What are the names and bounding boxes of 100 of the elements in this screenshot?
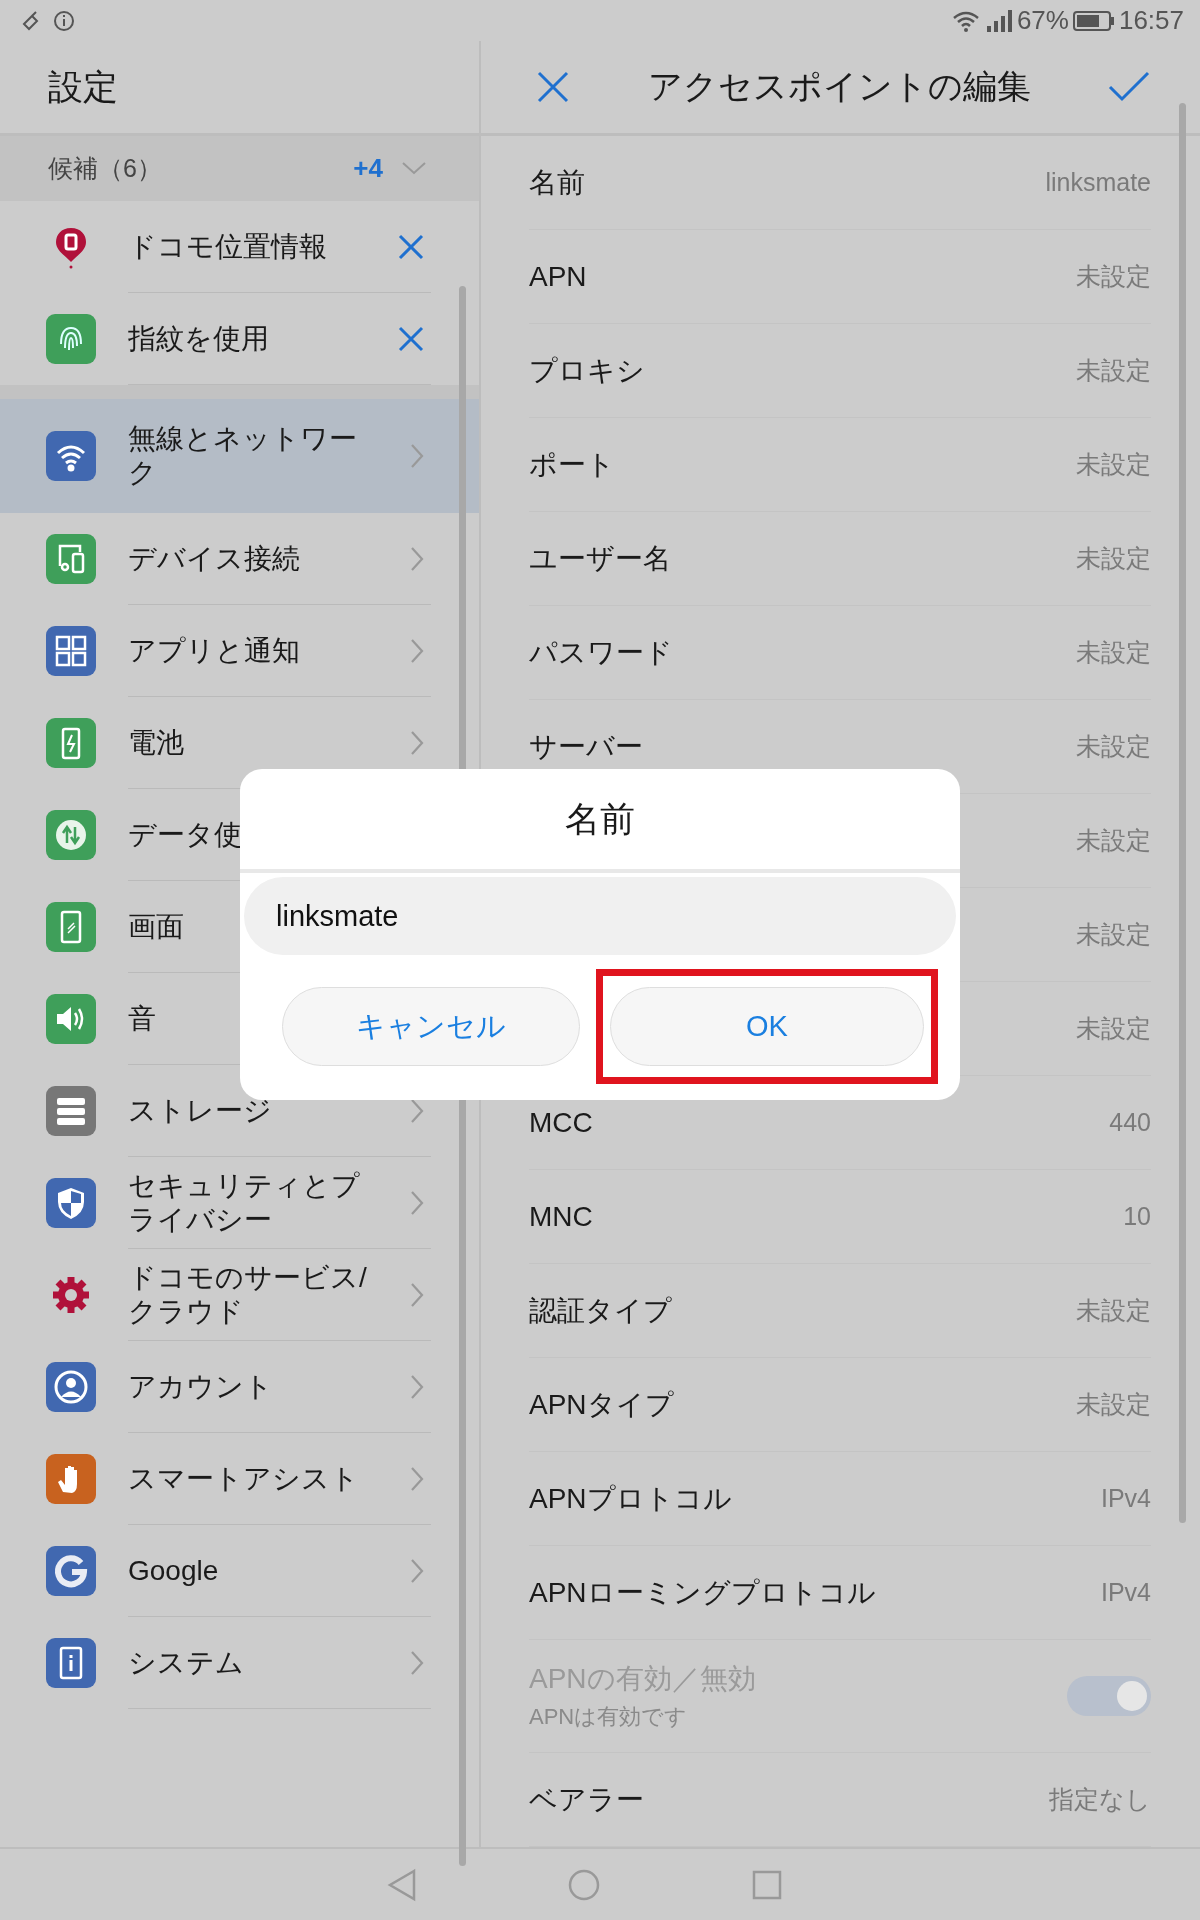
g-letter-icon	[46, 1546, 96, 1597]
suggestions-label: 候補（6）	[48, 153, 163, 185]
apn-setting-row[interactable]: ユーザー名 未設定	[529, 512, 1151, 607]
settings-item[interactable]: ドコモのサービス/クラウド	[0, 1249, 479, 1342]
storage-icon	[46, 1086, 96, 1137]
apn-setting-row[interactable]: 名前 linksmate	[529, 136, 1151, 231]
close-icon[interactable]	[536, 70, 570, 105]
setting-label: 名前	[529, 165, 585, 200]
settings-item-label: 無線とネットワーク	[128, 422, 358, 491]
setting-label: APN	[529, 260, 587, 293]
settings-item[interactable]: アプリと通知	[0, 605, 479, 698]
setting-label: サーバー	[529, 729, 643, 764]
apn-setting-row[interactable]: ベアラー 指定なし	[529, 1753, 1151, 1848]
person-icon	[46, 1362, 96, 1413]
editor-title: アクセスポイントの編集	[646, 66, 1032, 108]
apn-setting-row[interactable]: APNローミングプロトコル IPv4	[529, 1546, 1151, 1641]
close-icon[interactable]	[397, 324, 425, 353]
home-icon[interactable]	[567, 1867, 601, 1902]
apn-setting-row[interactable]: ポート 未設定	[529, 418, 1151, 513]
setting-value: 10	[1123, 1202, 1151, 1232]
setting-description: APNは有効です	[529, 1703, 689, 1732]
setting-value: 未設定	[1076, 261, 1151, 293]
settings-item-label: システム	[128, 1645, 244, 1680]
more-count: +4	[353, 153, 383, 185]
settings-item-label: 画面	[128, 909, 184, 944]
settings-item-label: Google	[128, 1553, 219, 1588]
setting-label: パスワード	[529, 635, 673, 670]
setting-label: ポート	[529, 447, 615, 482]
apn-setting-row[interactable]: APN 未設定	[529, 230, 1151, 325]
dialog-button[interactable]: キャンセル	[282, 987, 580, 1066]
settings-item[interactable]: セキュリティとプライバシー	[0, 1157, 479, 1250]
setting-label: APNタイプ	[529, 1387, 674, 1422]
checkmark-icon[interactable]	[1108, 71, 1150, 104]
dialog-button[interactable]: OK	[610, 987, 924, 1066]
speaker-icon	[46, 994, 96, 1045]
dialog-title: 名前	[240, 769, 960, 873]
suggestion-label[interactable]: ドコモ位置情報	[128, 229, 327, 264]
settings-item-label: セキュリティとプライバシー	[128, 1168, 361, 1237]
setting-value: 未設定	[1076, 731, 1151, 763]
setting-value: IPv4	[1100, 1578, 1151, 1608]
setting-label: ユーザー名	[529, 541, 671, 576]
wifi-icon	[46, 431, 96, 482]
settings-item-label: 電池	[128, 725, 184, 760]
data-arrows-icon	[46, 810, 96, 861]
apn-setting-row[interactable]: MNC 10	[529, 1170, 1151, 1265]
settings-item[interactable]: Google	[0, 1525, 479, 1618]
setting-value: 指定なし	[1049, 1784, 1151, 1816]
settings-title: 設定	[48, 65, 118, 108]
setting-value: 未設定	[1076, 543, 1151, 575]
apn-setting-row[interactable]: APNプロトコル IPv4	[529, 1452, 1151, 1547]
suggestions-header[interactable]: 候補（6） +4	[0, 136, 479, 202]
grid-icon	[46, 626, 96, 677]
settings-item[interactable]: デバイス接続	[0, 513, 479, 606]
apn-setting-row[interactable]: 認証タイプ 未設定	[529, 1264, 1151, 1359]
signal-icon	[984, 8, 1013, 33]
setting-value: 未設定	[1076, 1389, 1151, 1421]
phone-screen-icon	[46, 902, 96, 953]
fingerprint-icon	[46, 314, 96, 365]
setting-label: プロキシ	[529, 353, 645, 388]
info-icon	[52, 8, 76, 33]
settings-item[interactable]: システム	[0, 1617, 479, 1710]
settings-item-label: データ使	[128, 817, 242, 852]
chevron-down-icon	[401, 160, 427, 177]
settings-item[interactable]: スマートアシスト	[0, 1433, 479, 1526]
clock-time: 16:57	[1118, 5, 1184, 37]
settings-item[interactable]: 無線とネットワーク	[0, 399, 479, 514]
setting-value: 未設定	[1076, 1295, 1151, 1327]
setting-label: APNローミングプロトコル	[529, 1575, 876, 1610]
setting-label: 認証タイプ	[529, 1293, 672, 1328]
setting-value: linksmate	[1045, 168, 1151, 198]
settings-item-label: デバイス接続	[128, 541, 300, 576]
apn-setting-row[interactable]: プロキシ 未設定	[529, 324, 1151, 419]
settings-item-label: アプリと通知	[128, 633, 300, 668]
setting-value: 未設定	[1076, 825, 1151, 857]
setting-label: APNプロトコル	[529, 1481, 732, 1516]
setting-value: 未設定	[1076, 919, 1151, 951]
setting-label: MCC	[529, 1106, 593, 1139]
apn-setting-row[interactable]: APNタイプ 未設定	[529, 1358, 1151, 1453]
name-input-field[interactable]: linksmate	[244, 877, 956, 955]
battery-percent: 67%	[1016, 5, 1069, 37]
settings-item-label: スマートアシスト	[128, 1461, 359, 1496]
back-icon[interactable]	[387, 1867, 417, 1902]
apn-setting-row[interactable]: パスワード 未設定	[529, 606, 1151, 701]
info-icon	[46, 1638, 96, 1689]
setting-value: 未設定	[1076, 449, 1151, 481]
shield-icon	[46, 1178, 96, 1229]
settings-item[interactable]: アカウント	[0, 1341, 479, 1434]
settings-item-label: アカウント	[128, 1369, 273, 1404]
battery-icon	[46, 718, 96, 769]
suggestion-label[interactable]: 指紋を使用	[128, 321, 269, 356]
recents-icon[interactable]	[751, 1868, 783, 1901]
setting-label: ベアラー	[529, 1782, 644, 1817]
setting-value: IPv4	[1100, 1484, 1151, 1514]
setting-value: 未設定	[1076, 637, 1151, 669]
setting-value: 未設定	[1076, 1013, 1151, 1045]
setting-label: MNC	[529, 1200, 593, 1233]
hand-icon	[46, 1454, 96, 1505]
settings-item-label: ドコモのサービス/クラウド	[128, 1260, 368, 1329]
close-icon[interactable]	[397, 232, 425, 261]
devices-icon	[46, 534, 96, 585]
